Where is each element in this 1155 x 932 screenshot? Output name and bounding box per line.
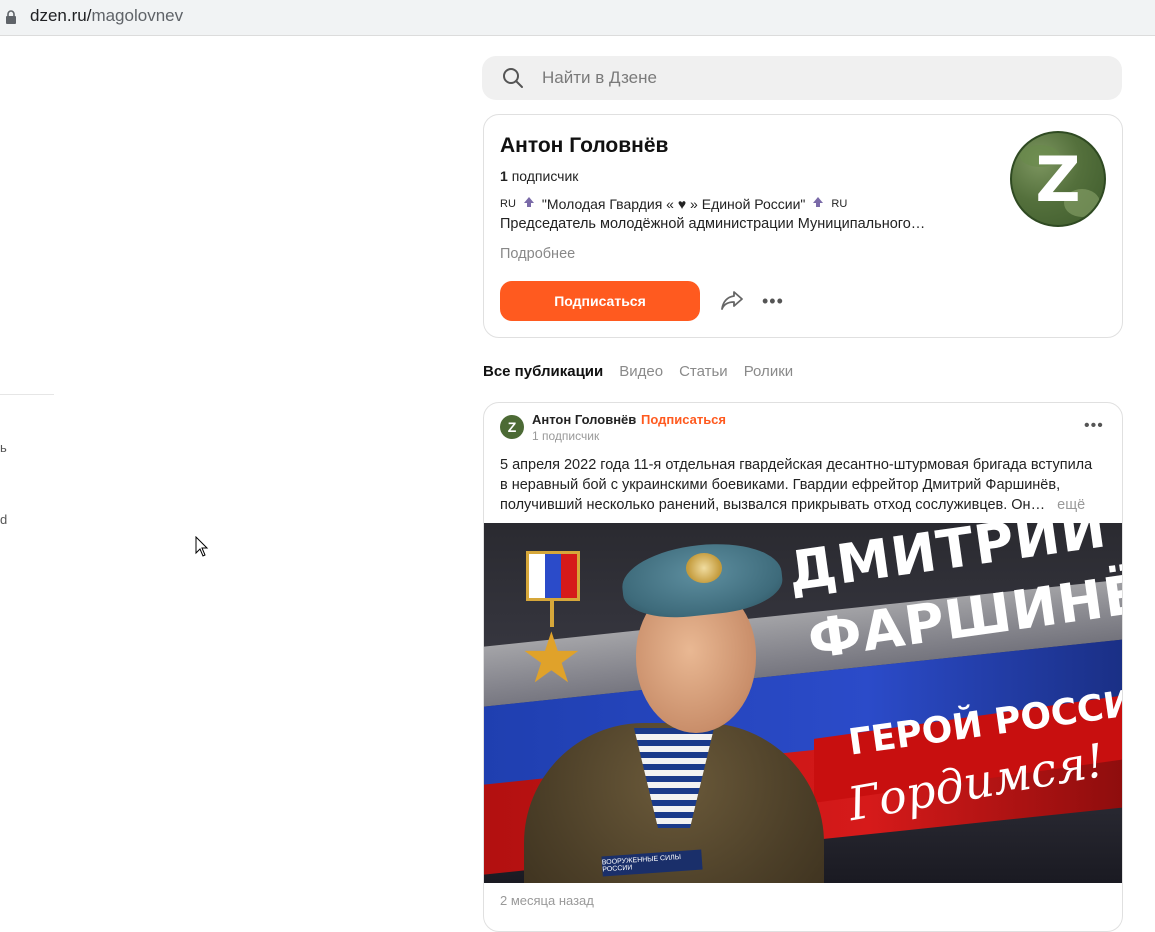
- gold-star-icon: ★: [520, 619, 583, 697]
- subscribers-label: подписчик: [511, 168, 579, 184]
- url-host: dzen.ru/: [30, 6, 92, 25]
- post-image[interactable]: ВООРУЖЕННЫЕ СИЛЫ РОССИИ ★ ДМИТРИЙ ФАРШИН…: [484, 523, 1122, 883]
- sidebar-divider: [0, 394, 54, 395]
- url-text[interactable]: dzen.ru/magolovnev: [30, 6, 183, 26]
- subscribe-button[interactable]: Подписаться: [500, 281, 700, 321]
- post-text-line: в неравный бой с украинскими боевиками. …: [500, 477, 1061, 493]
- post-subscribe-link[interactable]: Подписаться: [641, 412, 726, 427]
- search-bar[interactable]: [482, 56, 1122, 100]
- search-icon[interactable]: [502, 67, 524, 89]
- beret-badge: [686, 553, 722, 583]
- channel-description-line2: Председатель молодёжной администрации Му…: [500, 216, 926, 232]
- share-icon[interactable]: [720, 289, 744, 311]
- top-badge-icon: [523, 197, 534, 207]
- search-input[interactable]: [542, 66, 1102, 90]
- post-text-line: получивший несколько ранений, вызвался п…: [500, 497, 1046, 513]
- post-text[interactable]: 5 апреля 2022 года 11-я отдельная гварде…: [500, 455, 1110, 515]
- tab-clips[interactable]: Ролики: [744, 363, 793, 380]
- post-author-name[interactable]: Антон Головнёв: [532, 412, 636, 427]
- channel-name[interactable]: Антон Головнёв: [500, 134, 668, 158]
- post-author-subscribers: 1 подписчик: [532, 429, 600, 443]
- ru-prefix: RU: [500, 198, 516, 210]
- tab-all-publications[interactable]: Все публикации: [483, 363, 603, 380]
- separator: ·: [633, 412, 638, 427]
- publication-tabs: Все публикации Видео Статьи Ролики: [483, 363, 793, 380]
- tab-articles[interactable]: Статьи: [679, 363, 728, 380]
- more-link[interactable]: Подробнее: [500, 246, 575, 262]
- avatar-letter: Z: [1035, 142, 1081, 216]
- channel-tagline: "Молодая Гвардия « ♥ » Единой России": [541, 196, 806, 212]
- top-badge-icon: [813, 197, 824, 207]
- url-path: magolovnev: [91, 6, 184, 25]
- sidebar-item-fragment[interactable]: d: [0, 512, 7, 527]
- channel-card: Антон Головнёв 1 подписчик RU "Молодая Г…: [483, 114, 1123, 338]
- browser-address-bar[interactable]: dzen.ru/magolovnev: [0, 0, 1155, 36]
- post-author-avatar[interactable]: Z: [500, 415, 524, 439]
- medal-ribbon: [526, 551, 580, 601]
- channel-subscribers: 1 подписчик: [500, 168, 578, 184]
- more-options-icon[interactable]: •••: [762, 291, 784, 312]
- channel-avatar[interactable]: Z: [1010, 131, 1106, 227]
- post-more-link[interactable]: ещё: [1057, 497, 1085, 513]
- post-card[interactable]: Z Антон Головнёв · Подписаться 1 подписч…: [483, 402, 1123, 932]
- channel-description-line1: RU "Молодая Гвардия « ♥ » Единой России"…: [500, 196, 847, 212]
- sidebar-item-fragment[interactable]: ь: [0, 440, 7, 455]
- mouse-cursor-icon: [195, 536, 209, 557]
- subscribers-count: 1: [500, 168, 508, 184]
- lock-icon: [6, 10, 16, 24]
- post-text-line: 5 апреля 2022 года 11-я отдельная гварде…: [500, 457, 1093, 473]
- post-menu-icon[interactable]: •••: [1084, 417, 1104, 435]
- tab-video[interactable]: Видео: [619, 363, 663, 380]
- ru-suffix: RU: [831, 198, 848, 210]
- post-date: 2 месяца назад: [500, 893, 594, 908]
